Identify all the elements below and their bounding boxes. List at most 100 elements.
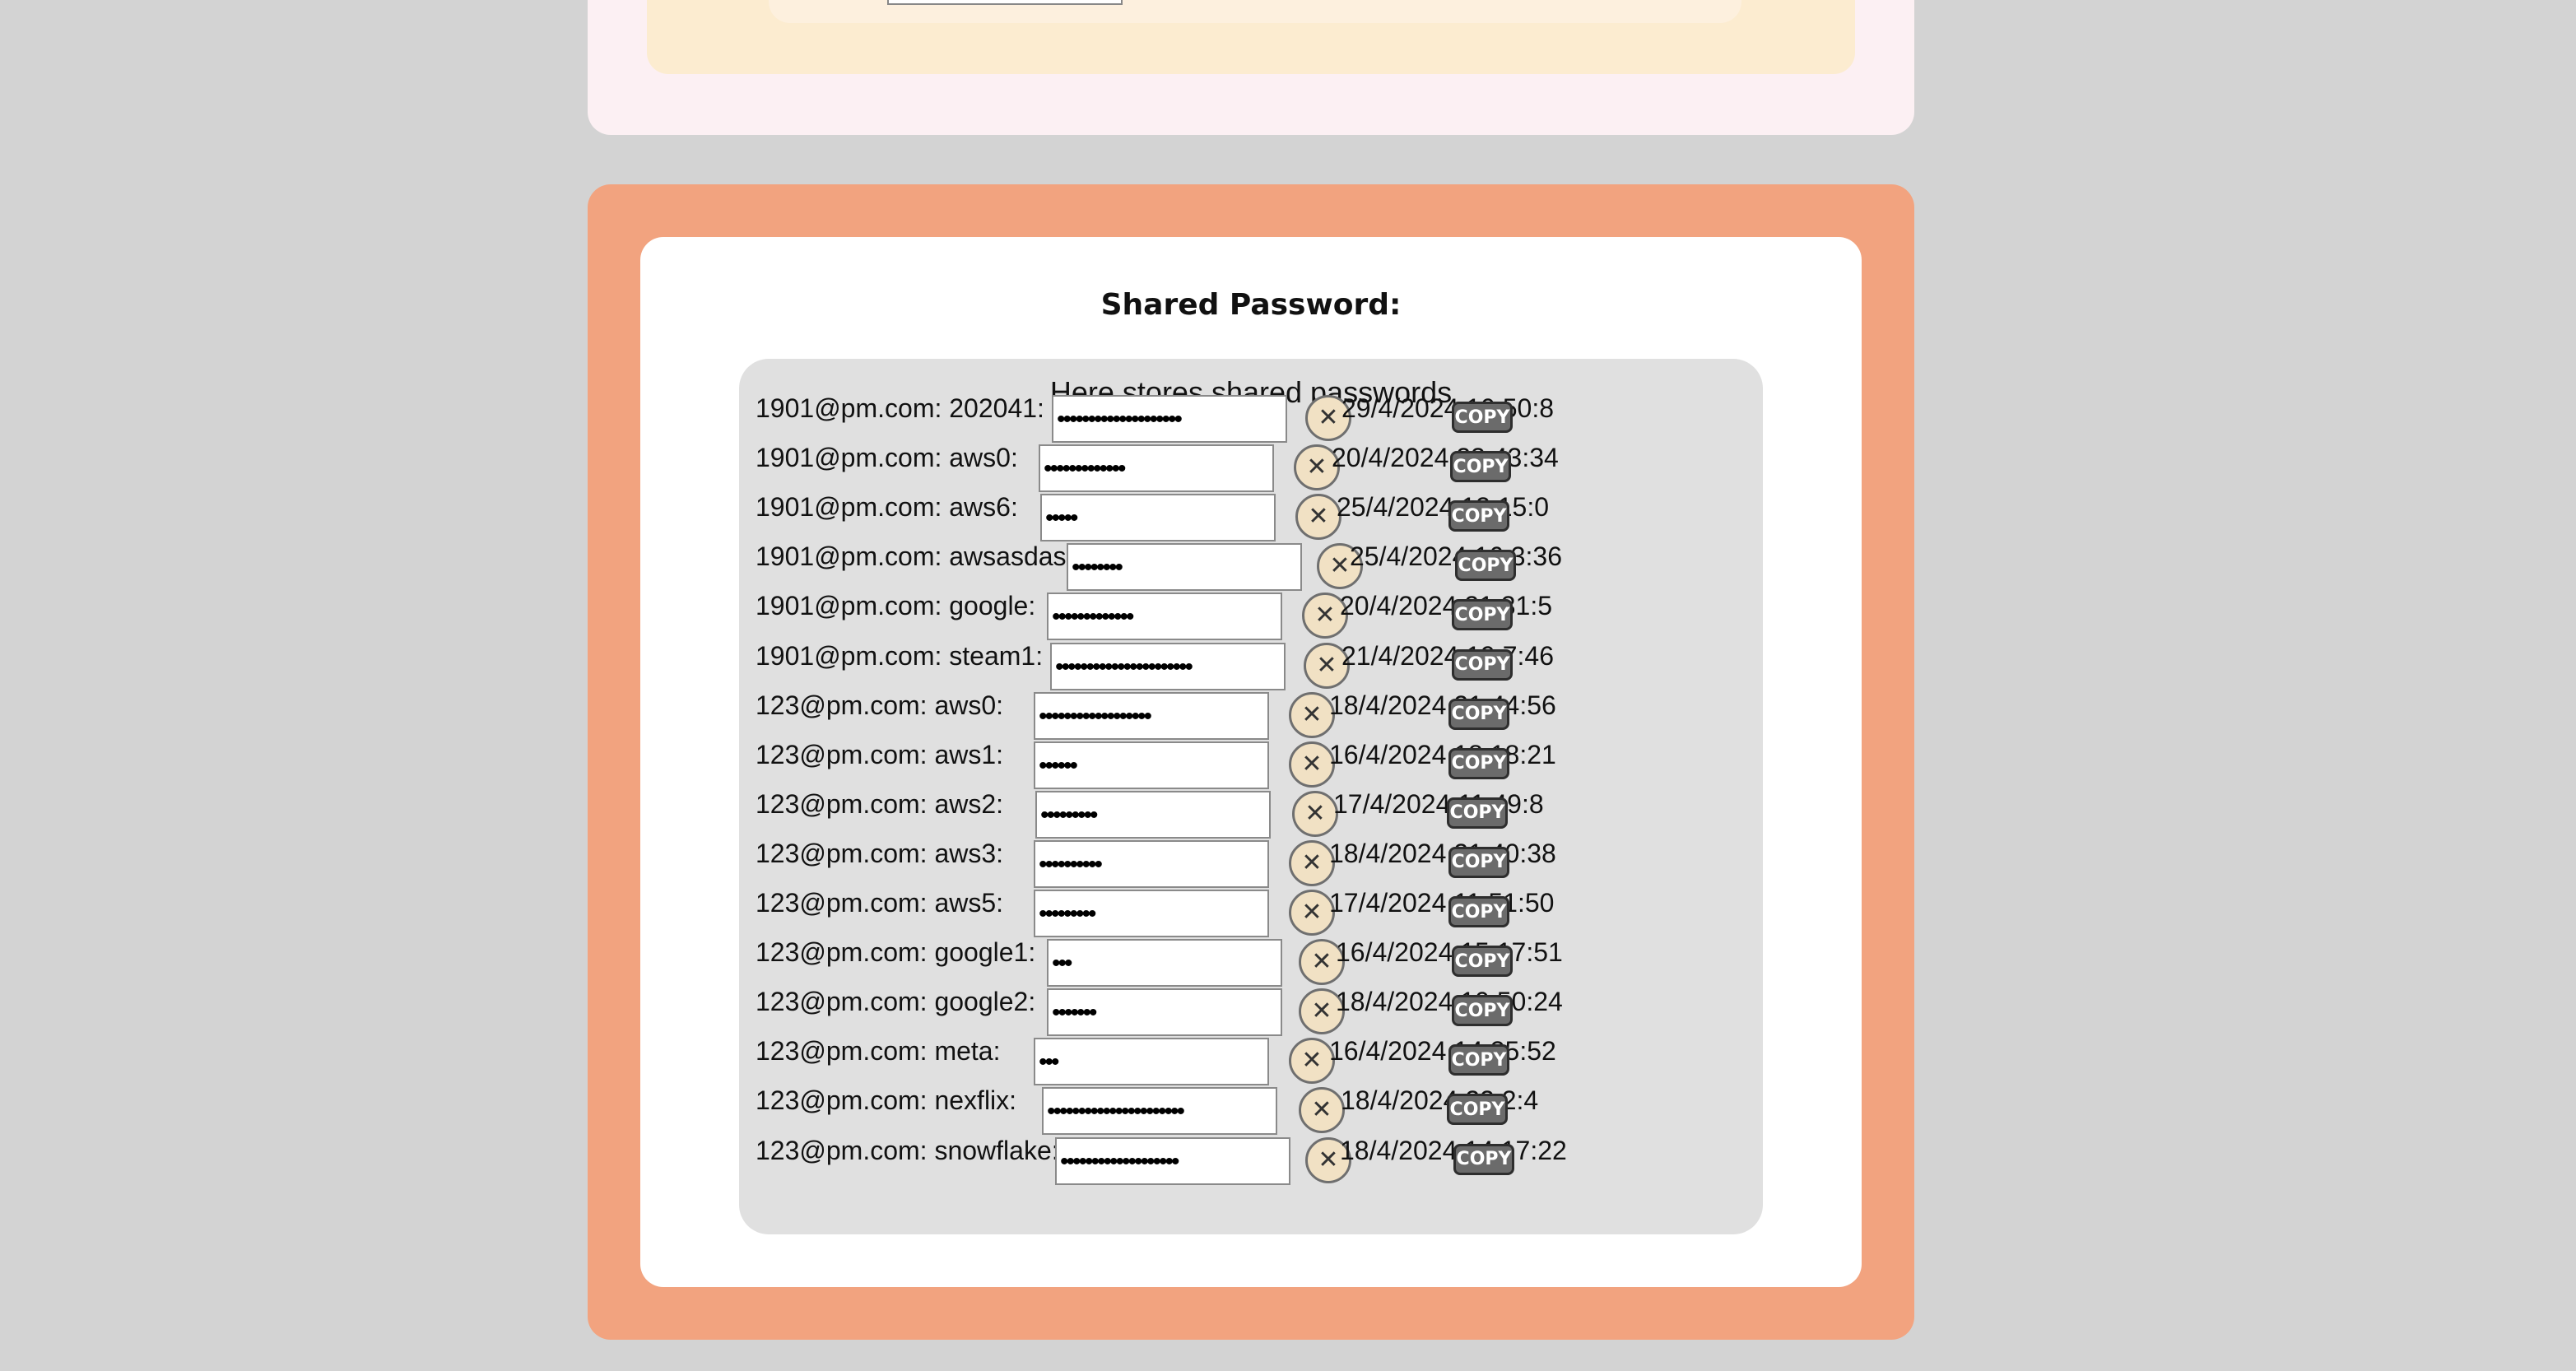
password-field[interactable]: •••••••••••••••••• [1034,691,1269,740]
password-row: 1901@pm.com: aws6: ••••• ✕ 25/4/2024 12:15:… [756,489,1743,542]
password-field[interactable]: ••••• [1040,494,1276,542]
copy-button[interactable]: COPY [1452,599,1513,631]
copy-button[interactable]: COPY [1452,946,1513,978]
password-row: 123@pm.com: aws1: •••••• ✕ 16/4/2024 18:18:… [756,737,1743,789]
top-inner-row [769,0,1741,23]
password-timestamp: 16/4/2024 15:17:51 [1336,937,1563,968]
password-field[interactable]: •••••••• [1067,543,1302,592]
copy-button[interactable]: COPY [1448,500,1509,532]
password-label: 1901@pm.com: awsasdasd: [756,541,1089,572]
password-timestamp: 18/4/2024 21:40:38 [1329,838,1556,868]
copy-button[interactable]: COPY [1447,1094,1508,1126]
delete-password-button[interactable]: ✕ [1289,741,1335,788]
copy-button[interactable]: COPY [1455,550,1516,582]
password-field[interactable]: ••• [1034,1038,1269,1086]
top-password-field[interactable] [887,0,1123,5]
password-field[interactable]: •••••••••••••••••••••• [1050,642,1286,690]
password-label: 1901@pm.com: steam1: [756,640,1044,671]
password-label: 123@pm.com: aws5: [756,888,1004,918]
password-timestamp: 18/4/2024 21:44:56 [1329,690,1556,720]
password-label: 1901@pm.com: 202041: [756,393,1044,423]
password-label: 123@pm.com: snowflake: [756,1135,1059,1165]
page-title: Shared Password: [1100,288,1402,322]
password-label: 123@pm.com: aws3: [756,838,1004,868]
password-field[interactable]: ••••••••••••• [1039,444,1274,493]
password-label: 1901@pm.com: aws6: [756,492,1018,523]
password-label: 1901@pm.com: google: [756,591,1036,621]
delete-password-button[interactable]: ✕ [1289,839,1335,886]
password-label: 123@pm.com: google1: [756,937,1036,968]
password-row: 123@pm.com: aws2: ••••••••• ✕ 17/4/2024 11:… [756,786,1743,839]
password-row: 123@pm.com: google2: ••••••• ✕ 18/4/2024 10… [756,983,1743,1037]
password-field[interactable]: •••••••••••••••••••• [1052,395,1287,443]
delete-password-button[interactable]: ✕ [1292,790,1338,837]
password-row: 1901@pm.com: steam1: ••••••••••••••••••••… [756,638,1743,690]
password-row: 123@pm.com: google1: ••• ✕ 16/4/2024 15:17:… [756,934,1743,988]
password-field[interactable]: ••• [1047,939,1282,988]
password-label: 1901@pm.com: aws0: [756,443,1018,473]
close-icon: ✕ [1311,947,1332,977]
password-timestamp: 25/4/2024 12:15:0 [1337,492,1550,523]
copy-button[interactable]: COPY [1453,1143,1514,1175]
shared-password-list: Here stores shared passwords 1901@pm.com… [739,359,1763,1234]
copy-button[interactable]: COPY [1448,698,1509,730]
delete-password-button[interactable]: ✕ [1289,691,1335,738]
copy-button[interactable]: COPY [1447,797,1508,829]
password-timestamp: 17/4/2024 11:51:50 [1329,888,1555,918]
password-row: 1901@pm.com: awsasdasd: •••••••• ✕ 25/4/202… [756,538,1743,592]
close-icon: ✕ [1329,551,1351,581]
password-timestamp: 18/4/2024 22:2:4 [1341,1085,1539,1116]
delete-password-button[interactable]: ✕ [1289,890,1335,936]
close-icon: ✕ [1301,848,1323,877]
close-icon: ✕ [1301,898,1323,927]
copy-button[interactable]: COPY [1448,1044,1509,1076]
delete-password-button[interactable]: ✕ [1295,494,1341,541]
shared-password-content: Shared Password: Here stores shared pass… [640,237,1862,1287]
copy-button[interactable]: COPY [1452,648,1513,681]
close-icon: ✕ [1301,699,1323,729]
password-row: 123@pm.com: aws3: •••••••••• ✕ 18/4/2024 21… [756,835,1743,888]
top-card [588,0,1914,135]
copy-button[interactable]: COPY [1452,402,1513,433]
password-timestamp: 20/4/2024 23:43:34 [1332,443,1559,473]
password-row: 1901@pm.com: 202041: ••••••••••••••••••••… [756,390,1743,443]
close-icon: ✕ [1308,502,1329,532]
password-field[interactable]: •••••••••• [1034,839,1269,888]
password-field[interactable]: ••••••••• [1034,890,1269,937]
password-row: 123@pm.com: meta: ••• ✕ 16/4/2024 14:35:52 C… [756,1033,1743,1086]
password-field[interactable]: ••••••••• [1035,790,1271,839]
copy-button[interactable]: COPY [1448,896,1509,927]
copy-button[interactable]: COPY [1450,451,1511,483]
password-timestamp: 16/4/2024 14:35:52 [1329,1036,1556,1067]
password-label: 123@pm.com: aws0: [756,690,1004,720]
password-label: 123@pm.com: google2: [756,987,1036,1017]
password-field[interactable]: ••••••• [1047,988,1282,1037]
close-icon: ✕ [1314,601,1336,630]
password-row: 123@pm.com: snowflake: ••••••••••••••••••… [756,1132,1743,1185]
password-row: 123@pm.com: aws5: ••••••••• ✕ 17/4/2024 11:… [756,885,1743,937]
password-timestamp: 16/4/2024 18:18:21 [1329,739,1556,769]
password-row: 1901@pm.com: google: ••••••••••••• ✕ 20/4/2… [756,588,1743,641]
copy-button[interactable]: COPY [1452,995,1513,1027]
password-field[interactable]: ••••••••••••••••••• [1055,1136,1290,1185]
copy-button[interactable]: COPY [1448,747,1509,779]
password-field[interactable]: ••••••••••••• [1047,593,1282,641]
password-field[interactable]: •••••••••••••••••••••• [1042,1087,1277,1136]
close-icon: ✕ [1301,749,1323,778]
password-row: 123@pm.com: aws0: •••••••••••••••••• ✕ 18/4… [756,687,1743,740]
close-icon: ✕ [1306,453,1328,482]
password-timestamp: 17/4/2024 11:49:8 [1333,788,1544,819]
password-timestamp: 18/4/2024 10:50:24 [1336,987,1563,1017]
shared-password-card: Shared Password: Here stores shared pass… [588,184,1914,1340]
delete-password-button[interactable]: ✕ [1289,1038,1335,1085]
close-icon: ✕ [1316,650,1337,680]
close-icon: ✕ [1318,403,1339,432]
password-timestamp: 29/4/2024 10:50:8 [1341,393,1555,423]
password-label: 123@pm.com: aws2: [756,788,1004,819]
password-field[interactable]: •••••• [1034,741,1269,789]
copy-button[interactable]: COPY [1448,846,1509,878]
password-row: 123@pm.com: nexflix: ••••••••••••••••••••… [756,1082,1743,1136]
delete-password-button[interactable]: ✕ [1299,1087,1345,1134]
password-label: 123@pm.com: aws1: [756,739,1004,769]
close-icon: ✕ [1311,997,1332,1026]
